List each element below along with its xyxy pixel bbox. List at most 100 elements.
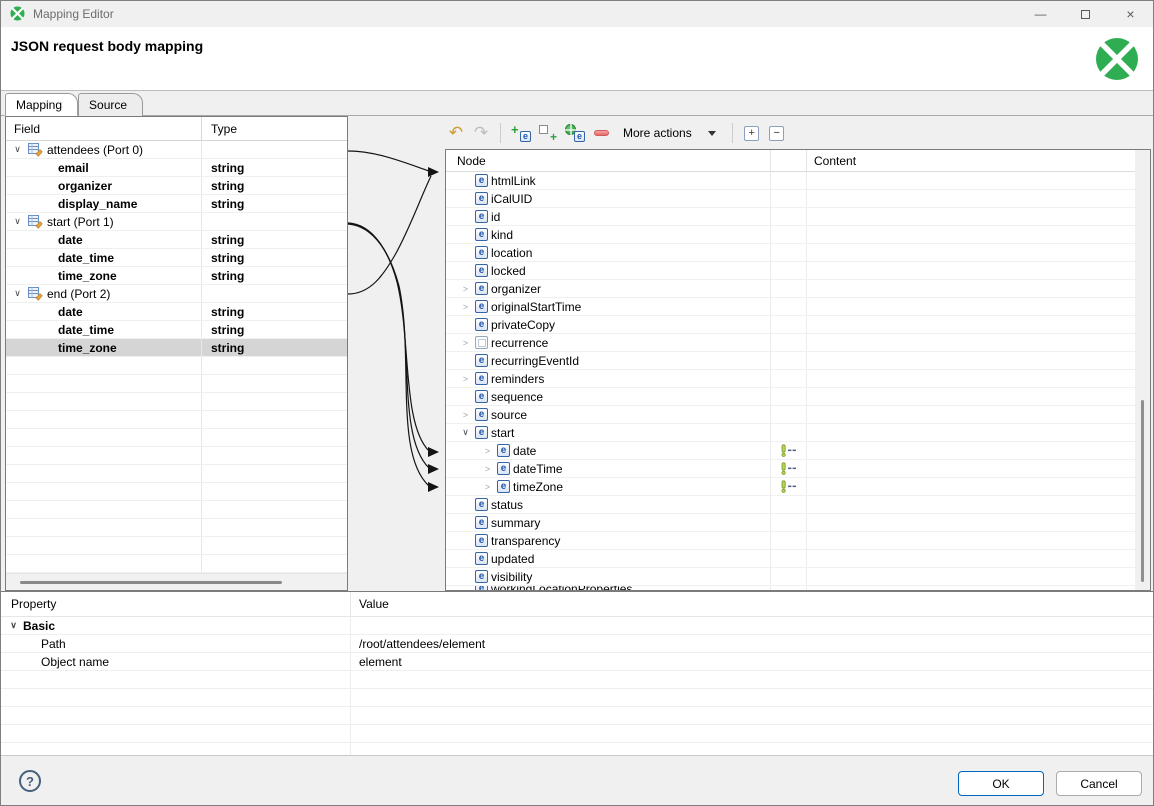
content-cell[interactable]	[807, 262, 1135, 279]
chevron-right-icon[interactable]: >	[481, 482, 494, 492]
content-cell[interactable]	[807, 496, 1135, 513]
vertical-scrollbar[interactable]	[1135, 150, 1150, 590]
horizontal-scrollbar[interactable]	[6, 573, 347, 590]
tree-row[interactable]: >eorganizer	[446, 280, 1135, 298]
tree-row[interactable]: elocation	[446, 244, 1135, 262]
tree-row[interactable]: >edateTime	[446, 460, 1135, 478]
field-row[interactable]: organizerstring	[6, 177, 347, 195]
content-cell[interactable]	[807, 226, 1135, 243]
chevron-right-icon[interactable]: >	[481, 446, 494, 456]
tree-row[interactable]: esummary	[446, 514, 1135, 532]
content-cell[interactable]	[807, 442, 1135, 459]
tree-row[interactable]: >ereminders	[446, 370, 1135, 388]
content-cell[interactable]	[807, 370, 1135, 387]
horizontal-scrollbar-thumb[interactable]	[20, 581, 282, 584]
help-button[interactable]: ?	[19, 770, 41, 792]
undo-button[interactable]: ↶	[447, 122, 465, 144]
tree-row[interactable]: >etimeZone	[446, 478, 1135, 496]
tree-row[interactable]: elocked	[446, 262, 1135, 280]
tree-row[interactable]: eupdated	[446, 550, 1135, 568]
tree-row[interactable]: etransparency	[446, 532, 1135, 550]
chevron-down-icon[interactable]: ∨	[11, 144, 24, 155]
tree-row[interactable]: eid	[446, 208, 1135, 226]
content-cell[interactable]	[807, 298, 1135, 315]
chevron-right-icon[interactable]: >	[459, 410, 472, 420]
chevron-right-icon[interactable]: >	[459, 302, 472, 312]
content-cell[interactable]	[807, 172, 1135, 189]
content-cell[interactable]	[807, 244, 1135, 261]
field-row[interactable]: time_zonestring	[6, 267, 347, 285]
field-row[interactable]: date_timestring	[6, 321, 347, 339]
content-cell[interactable]	[807, 208, 1135, 225]
close-button[interactable]: ×	[1108, 1, 1153, 27]
tree-row[interactable]: estatus	[446, 496, 1135, 514]
tree-row[interactable]: eworkingLocationProperties	[446, 586, 1135, 590]
tree-row[interactable]: erecurringEventId	[446, 352, 1135, 370]
content-cell[interactable]	[807, 460, 1135, 477]
tree-row[interactable]: ∨estart	[446, 424, 1135, 442]
expand-all-button[interactable]: +	[743, 122, 761, 144]
tree-row[interactable]: eiCalUID	[446, 190, 1135, 208]
tree-row[interactable]: ehtmlLink	[446, 172, 1135, 190]
content-cell[interactable]	[807, 550, 1135, 567]
tab-source[interactable]: Source	[78, 93, 143, 116]
content-cell[interactable]	[807, 532, 1135, 549]
remove-button[interactable]	[592, 122, 610, 144]
content-cell[interactable]	[807, 334, 1135, 351]
vertical-scrollbar-thumb[interactable]	[1141, 400, 1144, 582]
tree-row[interactable]: >recurrence	[446, 334, 1135, 352]
field-row[interactable]: time_zonestring	[6, 339, 347, 357]
property-value-cell[interactable]: /root/attendees/element	[351, 635, 1154, 652]
chevron-down-icon[interactable]: ∨	[11, 216, 24, 227]
tree-row[interactable]: >esource	[446, 406, 1135, 424]
add-object-button[interactable]: +	[538, 122, 558, 144]
chevron-right-icon[interactable]: >	[459, 374, 472, 384]
chevron-down-icon[interactable]: ∨	[7, 620, 20, 631]
field-row[interactable]: ∨start (Port 1)	[6, 213, 347, 231]
ok-button[interactable]: OK	[958, 771, 1044, 796]
property-row[interactable]: Object nameelement	[1, 653, 1154, 671]
tab-mapping[interactable]: Mapping	[5, 93, 78, 116]
add-wildcard-element-button[interactable]: e	[565, 122, 585, 144]
chevron-down-icon[interactable]: ∨	[459, 427, 472, 438]
field-row[interactable]: datestring	[6, 303, 347, 321]
field-row[interactable]: datestring	[6, 231, 347, 249]
property-group-row[interactable]: ∨Basic	[1, 617, 1154, 635]
field-row[interactable]: ∨attendees (Port 0)	[6, 141, 347, 159]
tree-row[interactable]: >eoriginalStartTime	[446, 298, 1135, 316]
chevron-down-icon[interactable]: ∨	[11, 288, 24, 299]
content-cell[interactable]	[807, 478, 1135, 495]
content-cell[interactable]	[807, 388, 1135, 405]
chevron-right-icon[interactable]: >	[481, 464, 494, 474]
content-cell[interactable]	[807, 406, 1135, 423]
add-element-button[interactable]: +e	[511, 122, 531, 144]
tree-row[interactable]: esequence	[446, 388, 1135, 406]
content-cell[interactable]	[807, 586, 1135, 590]
property-value-cell[interactable]: element	[351, 653, 1154, 670]
content-cell[interactable]	[807, 514, 1135, 531]
maximize-button[interactable]	[1063, 1, 1108, 27]
tree-row[interactable]: evisibility	[446, 568, 1135, 586]
tree-row[interactable]: ekind	[446, 226, 1135, 244]
content-cell[interactable]	[807, 352, 1135, 369]
collapse-all-button[interactable]: −	[768, 122, 786, 144]
content-cell[interactable]	[807, 280, 1135, 297]
content-cell[interactable]	[807, 316, 1135, 333]
field-row[interactable]: ∨end (Port 2)	[6, 285, 347, 303]
content-cell[interactable]	[807, 190, 1135, 207]
field-cell: date_time	[6, 321, 202, 338]
property-row[interactable]: Path/root/attendees/element	[1, 635, 1154, 653]
field-row[interactable]: date_timestring	[6, 249, 347, 267]
minimize-button[interactable]: —	[1018, 1, 1063, 27]
content-cell[interactable]	[807, 568, 1135, 585]
chevron-right-icon[interactable]: >	[459, 284, 472, 294]
tree-row[interactable]: >edate	[446, 442, 1135, 460]
redo-button[interactable]: ↷	[472, 122, 490, 144]
more-actions-button[interactable]: More actions	[617, 122, 722, 144]
field-row[interactable]: display_namestring	[6, 195, 347, 213]
tree-row[interactable]: eprivateCopy	[446, 316, 1135, 334]
field-row[interactable]: emailstring	[6, 159, 347, 177]
chevron-right-icon[interactable]: >	[459, 338, 472, 348]
cancel-button[interactable]: Cancel	[1056, 771, 1142, 796]
content-cell[interactable]	[807, 424, 1135, 441]
